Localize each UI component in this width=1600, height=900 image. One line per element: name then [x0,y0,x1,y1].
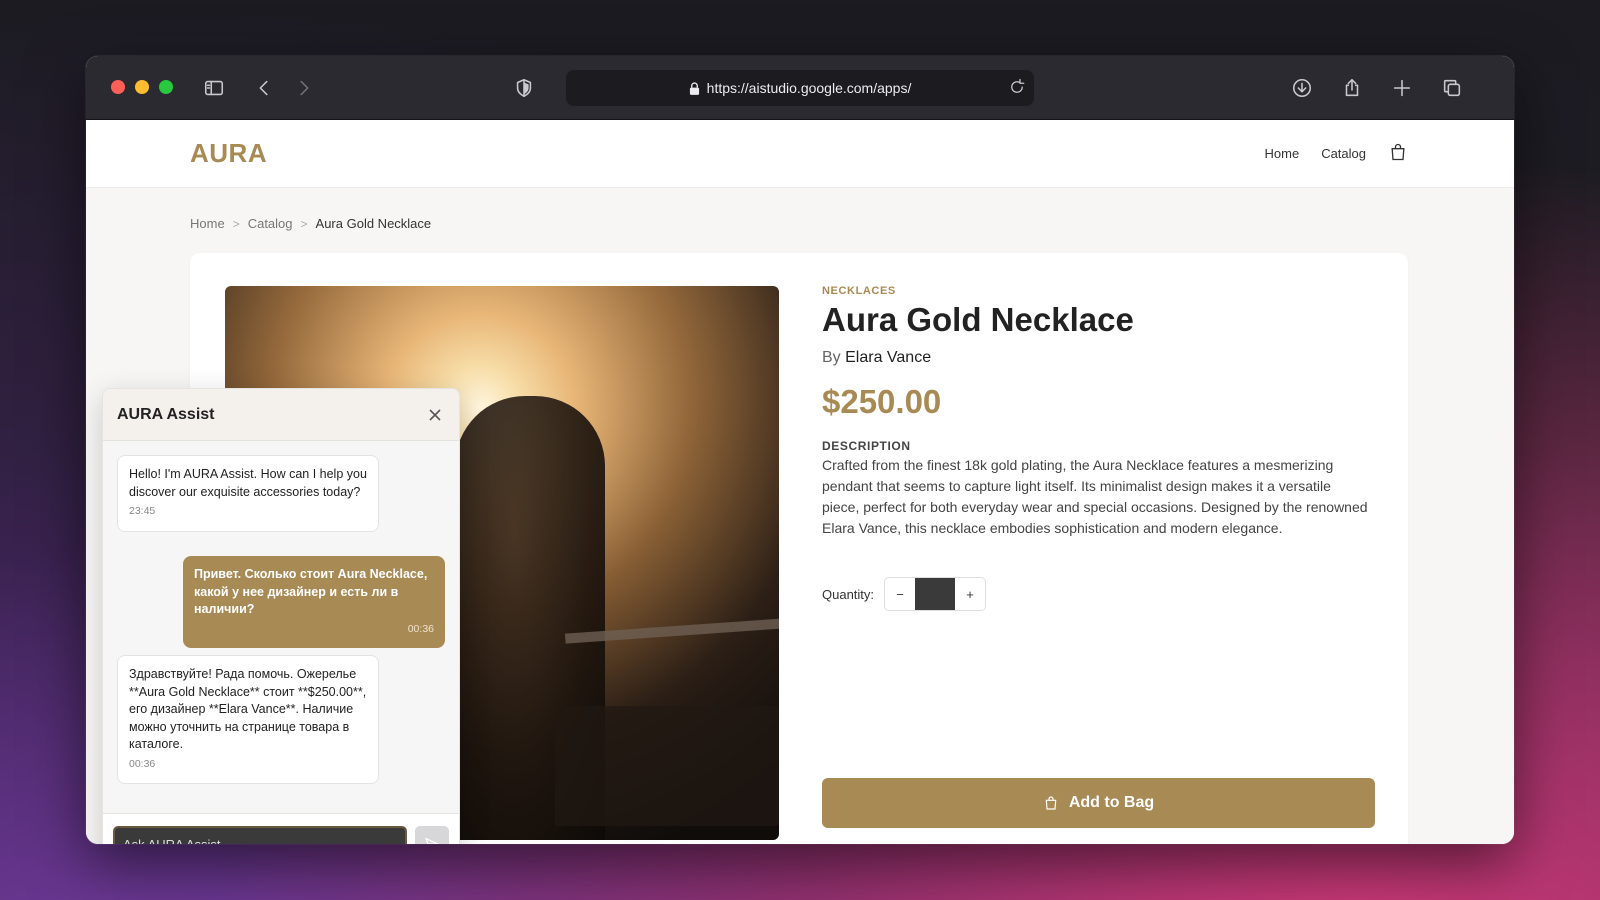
description-label: DESCRIPTION [822,439,911,453]
bag-icon [1045,796,1057,810]
nav-home-link[interactable]: Home [1265,146,1300,161]
site-header: AURA Home Catalog [86,120,1514,188]
close-window-button[interactable] [111,80,125,94]
shield-icon[interactable] [510,74,538,102]
web-page: AURA Home Catalog Home > Catalog > Aura … [86,120,1514,844]
product-price: $250.00 [822,383,942,420]
message-text: Hello! I'm AURA Assist. How can I help y… [129,467,367,499]
quantity-increase-button[interactable]: + [955,578,986,610]
download-icon[interactable] [1288,74,1316,102]
chat-message-bot: Здравствуйте! Рада помочь. Ожерелье **Au… [117,655,379,784]
close-icon[interactable] [425,405,445,425]
breadcrumb: Home > Catalog > Aura Gold Necklace [190,216,431,231]
quantity-label: Quantity: [822,586,875,602]
designer-name: Elara Vance [845,349,932,366]
browser-toolbar: https://aistudio.google.com/apps/ [86,56,1514,120]
quantity-stepper: − + [884,577,987,611]
site-nav: Home Catalog [1265,142,1409,165]
back-icon[interactable] [250,74,278,102]
message-text: Привет. Сколько стоит Aura Necklace, как… [194,567,428,616]
quantity-decrease-button[interactable]: − [885,578,916,610]
breadcrumb-separator: > [232,216,240,231]
sidebar-icon[interactable] [200,74,228,102]
send-icon [424,837,440,844]
nav-catalog-link[interactable]: Catalog [1321,146,1366,161]
send-button[interactable] [415,826,449,844]
message-time: 00:36 [129,757,156,770]
chat-widget: AURA Assist Hello! I'm AURA Assist. How … [102,388,460,844]
chat-message-user: Привет. Сколько стоит Aura Necklace, как… [183,556,445,648]
chat-header: AURA Assist [103,389,459,441]
message-time: 23:45 [129,505,156,517]
breadcrumb-current: Aura Gold Necklace [315,216,432,231]
url-text: https://aistudio.google.com/apps/ [706,80,912,96]
chat-footer: Ask AURA Assist... [103,813,459,844]
forward-icon[interactable] [290,74,318,102]
share-icon[interactable] [1338,74,1366,102]
minimize-window-button[interactable] [135,80,149,94]
chat-input[interactable]: Ask AURA Assist... [113,826,407,844]
add-to-bag-button[interactable]: Add to Bag [822,778,1375,828]
tabs-overview-icon[interactable] [1438,74,1466,102]
chat-title: AURA Assist [117,406,215,423]
browser-window: https://aistudio.google.com/apps/ AURA H… [86,56,1514,844]
chat-message-bot: Hello! I'm AURA Assist. How can I help y… [117,455,379,532]
quantity-input[interactable] [915,578,956,610]
address-bar[interactable]: https://aistudio.google.com/apps/ [566,70,1034,106]
message-text: Здравствуйте! Рада помочь. Ожерелье **Au… [129,667,367,751]
product-description: Crafted from the finest 18k gold plating… [822,457,1368,536]
reload-icon[interactable] [1004,74,1030,100]
shopping-bag-icon[interactable] [1388,142,1408,165]
add-to-bag-label: Add to Bag [1068,794,1155,811]
photo-railing [555,706,779,826]
product-designer: By Elara Vance [822,349,931,367]
quantity-row: Quantity: − + [822,577,987,611]
breadcrumb-separator: > [300,216,308,231]
lock-icon [689,81,699,95]
product-title: Aura Gold Necklace [822,301,1134,338]
message-time: 00:36 [407,622,434,635]
maximize-window-button[interactable] [159,80,173,94]
by-prefix: By [822,349,841,366]
new-tab-icon[interactable] [1388,74,1416,102]
site-logo[interactable]: AURA [190,138,267,169]
breadcrumb-home[interactable]: Home [190,216,225,231]
breadcrumb-catalog[interactable]: Catalog [248,216,293,231]
product-category: NECKLACES [822,285,896,297]
